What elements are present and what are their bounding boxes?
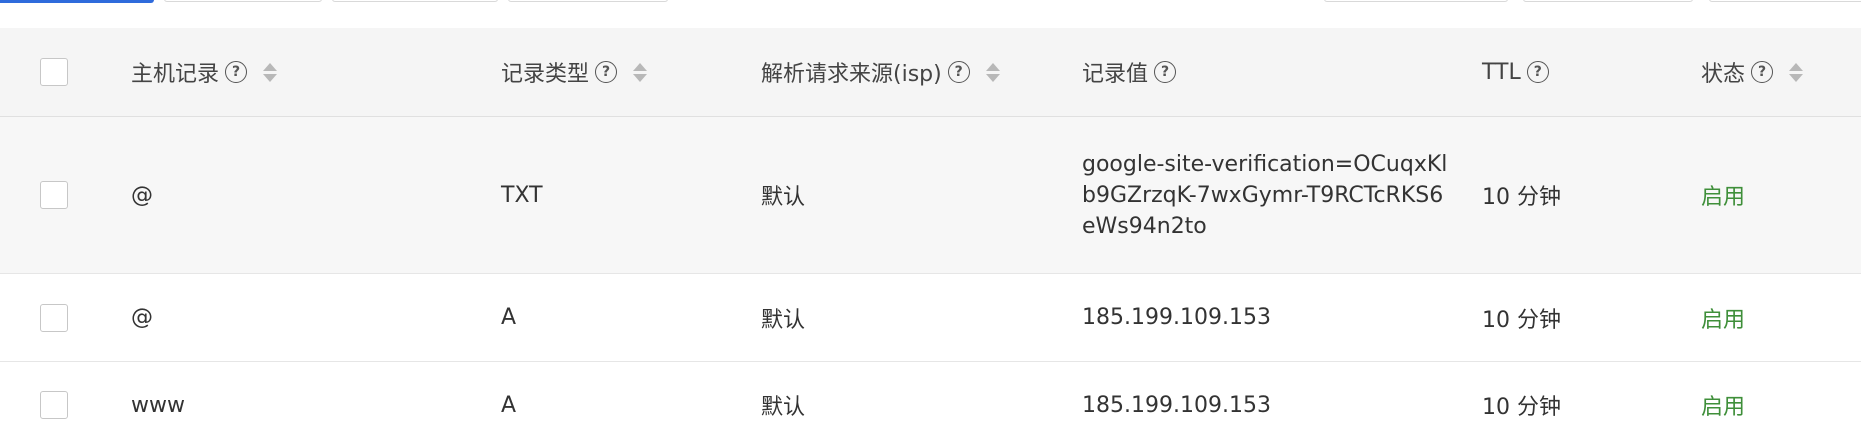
row-select-cell [40, 274, 68, 361]
status-cell: 启用 [1701, 185, 1746, 210]
help-icon[interactable]: ? [1154, 61, 1177, 83]
toolbar-button-4[interactable] [508, 0, 668, 2]
table-row: @ TXT 默认 google-site-verification=OCuqxK… [0, 117, 1861, 274]
column-label: 解析请求来源(isp) [761, 62, 942, 87]
table-header: 主机记录 ? 记录类型 ? 解析请求来源(isp) ? 记录值 ? TTL ? … [0, 28, 1861, 117]
toolbar-button-right-3[interactable] [1709, 0, 1861, 2]
select-all-checkbox[interactable] [40, 58, 68, 86]
value-cell: google-site-verification=OCuqxKlb9GZrzqK… [1082, 117, 1452, 273]
select-all-cell [40, 28, 68, 116]
toolbar-button-3[interactable] [332, 0, 498, 2]
row-checkbox[interactable] [40, 391, 68, 419]
toolbar-button-2[interactable] [164, 0, 322, 2]
column-header-host[interactable]: 主机记录 ? [131, 28, 278, 116]
row-checkbox[interactable] [40, 303, 68, 332]
help-icon[interactable]: ? [1751, 61, 1774, 83]
help-icon[interactable]: ? [225, 61, 248, 83]
ttl-cell: 10 分钟 [1482, 185, 1561, 210]
column-label: 记录类型 [501, 62, 590, 87]
toolbar-primary-button[interactable] [0, 0, 154, 3]
toolbar-button-right-2[interactable] [1523, 0, 1693, 2]
column-header-ttl: TTL ? [1482, 28, 1549, 116]
column-label: 状态 [1701, 62, 1746, 87]
status-cell: 启用 [1701, 307, 1746, 333]
status-cell: 启用 [1701, 395, 1746, 420]
row-select-cell [40, 362, 68, 448]
type-cell: A [501, 392, 517, 418]
column-header-isp[interactable]: 解析请求来源(isp) ? [761, 28, 1000, 116]
table-row: @ A 默认 185.199.109.153 10 分钟 启用 [0, 274, 1861, 362]
help-icon[interactable]: ? [947, 61, 970, 83]
column-label: 记录值 [1082, 62, 1149, 87]
ttl-cell: 10 分钟 [1482, 307, 1561, 333]
column-header-status[interactable]: 状态 ? [1701, 28, 1804, 116]
value-text: google-site-verification=OCuqxKlb9GZrzqK… [1082, 151, 1448, 239]
isp-cell: 默认 [761, 395, 806, 420]
host-cell: @ [131, 182, 153, 208]
column-header-type[interactable]: 记录类型 ? [501, 28, 648, 116]
column-label: TTL [1482, 59, 1521, 85]
sort-icon[interactable] [633, 62, 648, 82]
isp-cell: 默认 [761, 307, 806, 333]
row-select-cell [40, 117, 68, 273]
row-checkbox[interactable] [40, 181, 68, 209]
sort-icon[interactable] [985, 62, 1000, 82]
host-cell: www [131, 392, 185, 418]
type-cell: A [501, 305, 517, 330]
help-icon[interactable]: ? [1526, 61, 1549, 83]
table-row: www A 默认 185.199.109.153 10 分钟 启用 [0, 362, 1861, 448]
isp-cell: 默认 [761, 185, 806, 210]
help-icon[interactable]: ? [595, 61, 618, 83]
ttl-cell: 10 分钟 [1482, 395, 1561, 420]
value-cell: 185.199.109.153 [1082, 305, 1271, 330]
toolbar-button-right-1[interactable] [1324, 0, 1508, 2]
host-cell: @ [131, 305, 153, 330]
value-cell: 185.199.109.153 [1082, 392, 1271, 418]
type-cell: TXT [501, 182, 543, 208]
sort-icon[interactable] [1789, 62, 1804, 82]
column-label: 主机记录 [131, 62, 220, 87]
column-header-value: 记录值 ? [1082, 28, 1177, 116]
sort-icon[interactable] [263, 62, 278, 82]
